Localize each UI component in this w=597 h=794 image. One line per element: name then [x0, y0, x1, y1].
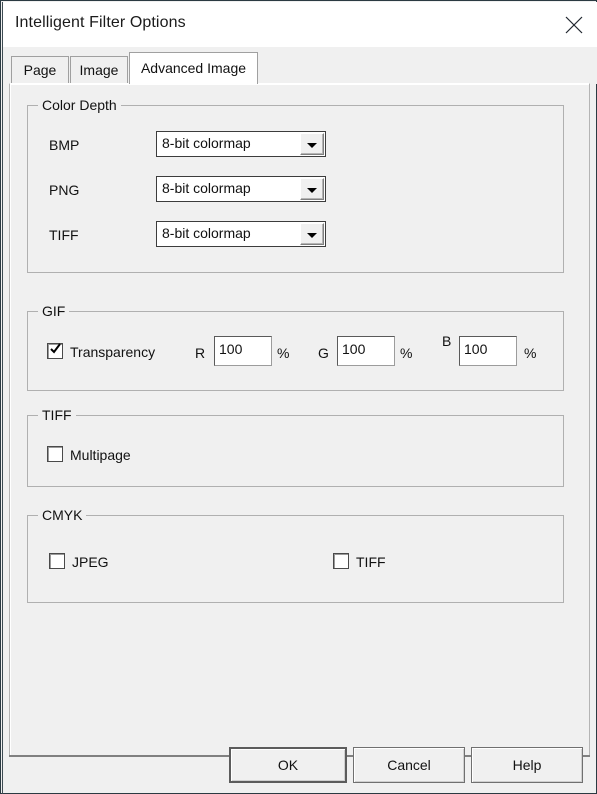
label-png: PNG — [49, 182, 80, 198]
combo-bmp-dropdown-button[interactable] — [300, 133, 324, 155]
label-cmyk-jpeg: JPEG — [72, 554, 109, 570]
combo-tiff-value: 8-bit colormap — [162, 225, 251, 241]
combo-bmp-color-depth[interactable]: 8-bit colormap — [156, 131, 326, 157]
input-gif-red-value: 100 — [219, 341, 243, 357]
help-button[interactable]: Help — [471, 747, 583, 783]
unit-gif-blue: % — [524, 345, 537, 361]
group-tiff-title: TIFF — [38, 407, 76, 423]
group-cmyk-title: CMYK — [38, 507, 87, 523]
tab-page[interactable]: Page — [11, 56, 69, 84]
tab-image-label: Image — [79, 62, 119, 78]
help-button-label: Help — [512, 757, 542, 773]
label-gif-blue: B — [442, 333, 452, 349]
unit-gif-green: % — [400, 345, 413, 361]
dialog-title: Intelligent Filter Options — [15, 14, 186, 31]
input-gif-blue[interactable]: 100 — [459, 336, 517, 366]
chevron-down-icon — [307, 233, 317, 238]
checkbox-transparency[interactable] — [47, 343, 63, 359]
label-gif-red: R — [195, 345, 206, 361]
tab-image[interactable]: Image — [70, 56, 128, 84]
input-gif-red[interactable]: 100 — [214, 336, 272, 366]
tab-strip: Page Image Advanced Image — [3, 47, 597, 84]
tab-advanced-image-label: Advanced Image — [140, 60, 247, 76]
label-multipage: Multipage — [70, 447, 131, 463]
combo-tiff-color-depth[interactable]: 8-bit colormap — [156, 221, 326, 247]
unit-gif-red: % — [277, 345, 290, 361]
dialog-window: Intelligent Filter Options Page Image Ad… — [0, 0, 597, 794]
cancel-button[interactable]: Cancel — [353, 747, 465, 783]
label-tiff-color-depth: TIFF — [49, 227, 79, 243]
close-button[interactable] — [551, 2, 597, 47]
input-gif-blue-value: 100 — [464, 341, 488, 357]
combo-png-color-depth[interactable]: 8-bit colormap — [156, 176, 326, 202]
combo-tiff-dropdown-button[interactable] — [300, 223, 324, 245]
checkbox-cmyk-tiff[interactable] — [333, 553, 349, 569]
label-bmp: BMP — [49, 137, 80, 153]
tab-advanced-image[interactable]: Advanced Image — [129, 52, 258, 84]
input-gif-green-value: 100 — [342, 341, 366, 357]
input-gif-green[interactable]: 100 — [337, 336, 395, 366]
label-transparency: Transparency — [70, 344, 156, 360]
tab-page-label: Page — [23, 62, 57, 78]
label-cmyk-tiff: TIFF — [356, 554, 386, 570]
group-color-depth-title: Color Depth — [38, 97, 121, 113]
chevron-down-icon — [307, 188, 317, 193]
combo-png-dropdown-button[interactable] — [300, 178, 324, 200]
combo-png-value: 8-bit colormap — [162, 180, 251, 196]
combo-bmp-value: 8-bit colormap — [162, 135, 251, 151]
ok-button[interactable]: OK — [229, 747, 347, 783]
cancel-button-label: Cancel — [387, 757, 431, 773]
titlebar: Intelligent Filter Options — [3, 2, 597, 47]
checkbox-cmyk-jpeg[interactable] — [49, 553, 65, 569]
label-gif-green: G — [318, 345, 329, 361]
checkbox-multipage[interactable] — [47, 446, 63, 462]
check-icon — [50, 342, 61, 354]
chevron-down-icon — [307, 143, 317, 148]
ok-button-label: OK — [277, 757, 299, 773]
group-gif-title: GIF — [38, 303, 70, 319]
